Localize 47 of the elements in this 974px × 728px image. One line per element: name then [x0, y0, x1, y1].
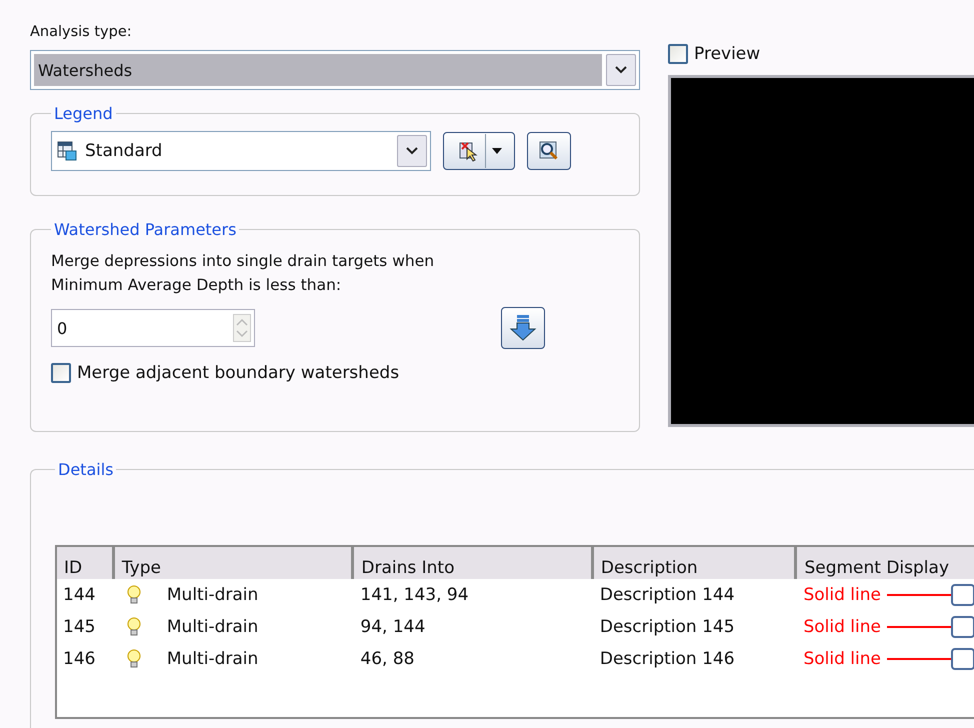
table-cell-text: 145	[62, 617, 96, 637]
table-cell-text: 46, 88	[359, 649, 416, 669]
line-sample	[886, 594, 951, 596]
line-style-button[interactable]	[950, 648, 974, 670]
apply-down-button[interactable]	[501, 307, 545, 349]
lightbulb-icon	[126, 617, 141, 637]
line-style-button[interactable]	[950, 584, 974, 606]
legend-dropdown[interactable]: Standard	[51, 131, 431, 171]
table-cell: Multi-drain	[166, 617, 258, 637]
preview-checkbox[interactable]: Preview	[668, 44, 760, 64]
column-header[interactable]: Segment Display	[797, 547, 974, 579]
edit-style-button[interactable]	[443, 132, 515, 170]
edit-style-icon	[456, 140, 478, 162]
group-title: Details	[57, 460, 114, 479]
table-cell-text: 146	[62, 649, 96, 669]
table-cell: Solid line	[803, 649, 881, 669]
table-cell-text: Description 144	[598, 585, 736, 605]
group-title: Watershed Parameters	[53, 220, 238, 239]
merge-checkbox[interactable]: Merge adjacent boundary watersheds	[51, 363, 400, 383]
depth-spin-field[interactable]: 0	[51, 309, 255, 347]
field-label: Analysis type:	[30, 24, 133, 42]
line-style-button[interactable]	[950, 616, 974, 638]
lightbulb-icon	[126, 649, 141, 669]
line-sample	[886, 626, 951, 628]
table-style-icon	[57, 141, 77, 161]
table-cell: Multi-drain	[166, 649, 258, 669]
column-header[interactable]: Type	[114, 547, 354, 579]
table-cell-text: Description 146	[598, 649, 736, 669]
zoom-button[interactable]	[527, 132, 571, 170]
group-title: Legend	[53, 104, 114, 123]
table-cell-text: 141, 143, 94	[359, 585, 470, 605]
column-header[interactable]: Drains Into	[354, 547, 594, 579]
table-cell: Multi-drain	[166, 585, 258, 605]
column-header[interactable]: Description	[594, 547, 798, 579]
table-cell-text: Description 145	[598, 617, 736, 637]
description-text: Merge depressions into single drain targets when Minimum Average Depth is less than:	[51, 251, 436, 296]
column-header[interactable]: ID	[57, 547, 115, 579]
caret-icon	[492, 148, 502, 154]
down-arrow-icon	[508, 313, 538, 343]
table-cell: Solid line	[803, 585, 881, 605]
analysis-type-dropdown[interactable]: Watersheds	[30, 50, 640, 90]
lightbulb-icon	[126, 585, 141, 605]
table-cell-text: 144	[62, 585, 96, 605]
table-cell: Solid line	[803, 617, 881, 637]
table-cell-text: 94, 144	[359, 617, 426, 637]
line-sample	[886, 658, 951, 660]
search-icon	[538, 140, 560, 162]
